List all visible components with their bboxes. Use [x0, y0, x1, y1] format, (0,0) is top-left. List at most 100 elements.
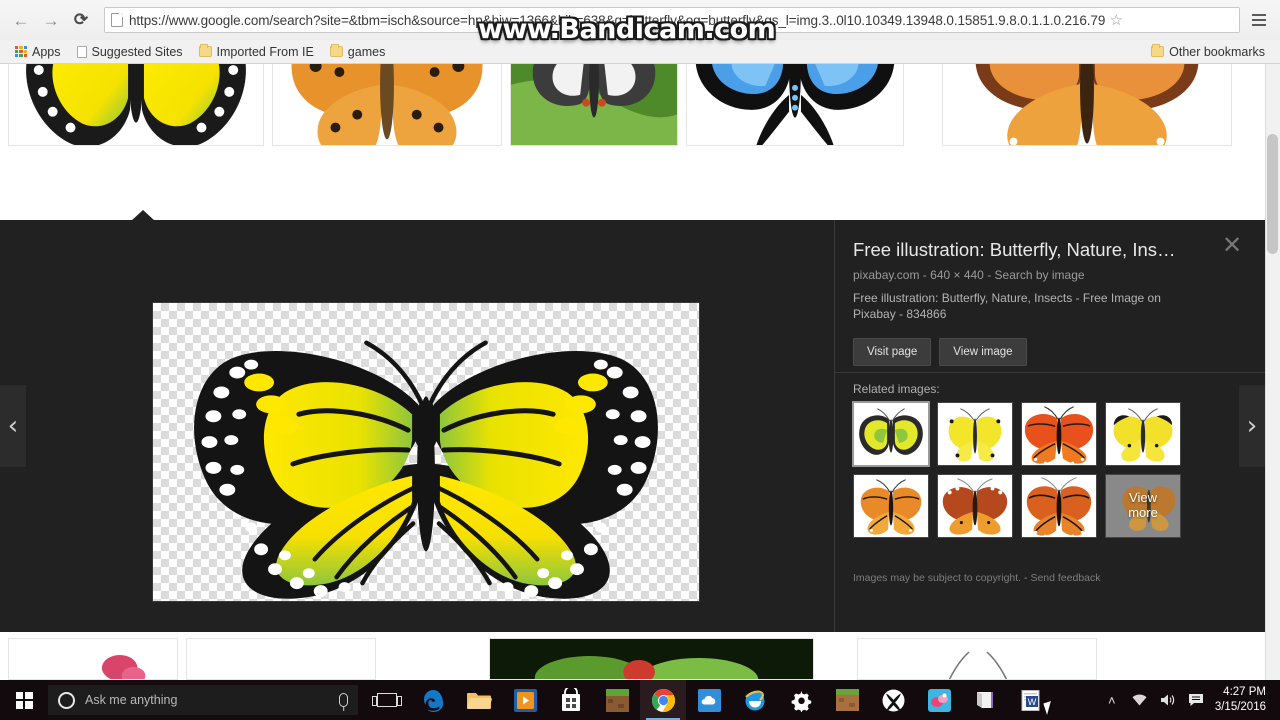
result-thumbnail[interactable]: white-background-butterfly — [186, 638, 376, 680]
other-bookmarks[interactable]: Other bookmarks — [1144, 43, 1272, 61]
image-title[interactable]: Free illustration: Butterfly, Nature, In… — [853, 238, 1243, 262]
taskbar-item-internet-explorer[interactable] — [732, 680, 778, 720]
file-explorer-icon — [466, 692, 492, 709]
bookmark-suggested-sites[interactable]: Suggested Sites — [70, 43, 190, 61]
reload-icon: ⟳ — [73, 10, 89, 29]
view-image-button[interactable]: View image — [939, 338, 1027, 367]
view-more-line2: more — [1128, 505, 1158, 520]
taskbar-item-store[interactable] — [548, 680, 594, 720]
windows-taskbar: Ask me anything W ˄ 4:27 PM 3/15/2016 — [0, 680, 1280, 720]
blue-swallowtail-thumb — [687, 64, 903, 145]
copyright-text: Images may be subject to copyright. — [853, 572, 1022, 584]
forward-button[interactable]: → — [38, 7, 64, 33]
taskbar-item-media-player[interactable] — [502, 680, 548, 720]
image-info-panel: ✕ Free illustration: Butterfly, Nature, … — [834, 220, 1265, 632]
clock-time: 4:27 PM — [1223, 686, 1266, 699]
taskbar-item-file-explorer[interactable] — [456, 680, 502, 720]
related-yellow-black-tipped — [1106, 403, 1180, 465]
orange-monarch-thumb — [943, 64, 1231, 145]
copyright-separator: - — [1024, 572, 1028, 584]
previous-image-button[interactable]: ‹ — [0, 385, 26, 467]
view-more-tile[interactable]: View more — [1105, 474, 1181, 538]
chrome-menu-button[interactable] — [1246, 7, 1272, 33]
word-icon: W — [1021, 689, 1039, 711]
page-viewport: yellow-green-butterfly-illustration — [0, 64, 1280, 680]
taskbar-item-photos[interactable] — [916, 680, 962, 720]
clock-date: 3/15/2016 — [1214, 701, 1266, 713]
related-orange-yellow-monarch — [854, 475, 928, 537]
result-thumbnail[interactable]: orange-wing-butterfly — [857, 638, 1097, 680]
taskbar-item-task-view[interactable] — [364, 680, 410, 720]
taskbar-item-onenote[interactable] — [962, 680, 1008, 720]
other-bookmarks-label: Other bookmarks — [1169, 44, 1265, 59]
taskbar-item-game[interactable] — [824, 680, 870, 720]
related-image-item[interactable]: yellow-black-tipped-butterfly — [1105, 402, 1181, 466]
related-image-item[interactable]: yellow-green-butterfly-illustration — [852, 401, 930, 467]
page-info-icon[interactable] — [111, 13, 123, 27]
taskbar-item-xbox[interactable] — [870, 680, 916, 720]
microphone-icon[interactable] — [339, 693, 348, 707]
result-thumbnail[interactable]: lime-swallowtail-butterfly-on-leaf — [510, 64, 678, 146]
related-image-item[interactable]: yellow-butterfly-small — [937, 402, 1013, 466]
clock[interactable]: 4:27 PM 3/15/2016 — [1211, 685, 1274, 715]
taskbar-item-minecraft[interactable] — [594, 680, 640, 720]
main-image[interactable] — [152, 302, 700, 602]
bookmark-star-icon[interactable]: ☆ — [1105, 11, 1127, 29]
page-scrollbar[interactable] — [1265, 64, 1280, 680]
bookmark-apps[interactable]: Apps — [8, 43, 68, 61]
volume-icon — [1161, 694, 1175, 706]
image-meta: pixabay.com - 640 × 440 - Search by imag… — [853, 268, 1085, 283]
yellow-green-butterfly-large — [194, 340, 658, 599]
onedrive-icon — [697, 688, 721, 712]
store-icon — [562, 688, 580, 711]
start-button[interactable] — [0, 680, 48, 720]
folder-icon — [329, 44, 343, 57]
related-orange-tiger-butterfly — [938, 475, 1012, 537]
related-image-item[interactable]: dark-orange-monarch — [1021, 474, 1097, 538]
minecraft-icon — [605, 688, 629, 712]
edge-icon — [423, 689, 443, 712]
send-feedback-link[interactable]: Send feedback — [1030, 572, 1100, 584]
document-icon — [76, 45, 87, 58]
svg-text:W: W — [1027, 697, 1036, 707]
cortana-circle-icon — [58, 691, 75, 709]
view-more-label: View more — [1106, 475, 1180, 537]
back-button[interactable]: ← — [8, 7, 34, 33]
taskbar-item-chrome[interactable] — [640, 680, 686, 720]
folder-icon — [198, 44, 212, 57]
related-yellow-butterfly — [938, 403, 1012, 465]
result-thumbnail[interactable]: yellow-green-butterfly-illustration — [8, 64, 264, 146]
result-thumbnail[interactable]: green-leaf-butterfly — [489, 638, 814, 680]
bookmark-imported-from-ie[interactable]: Imported From IE — [192, 43, 321, 61]
related-image-item[interactable]: orange-yellow-monarch — [853, 474, 929, 538]
taskbar-item-edge[interactable] — [410, 680, 456, 720]
green-leaf-butterfly-partial — [490, 639, 813, 679]
xbox-icon — [882, 689, 904, 711]
show-hidden-icons-button[interactable]: ˄ — [1099, 680, 1125, 720]
taskbar-item-onedrive[interactable] — [686, 680, 732, 720]
media-player-icon — [513, 688, 537, 712]
taskbar-item-settings[interactable] — [778, 680, 824, 720]
game-icon — [835, 689, 859, 711]
result-thumbnail[interactable]: blue-swallowtail-butterfly — [686, 64, 904, 146]
reload-button[interactable]: ⟳ — [68, 7, 94, 33]
orange-wing-butterfly-partial — [858, 639, 1096, 679]
result-thumbnail[interactable]: orange-spotted-fritillary-butterfly — [272, 64, 502, 146]
result-thumbnail[interactable]: pink-flower-butterfly — [8, 638, 178, 680]
network-button[interactable] — [1127, 680, 1153, 720]
task-view-icon — [372, 693, 402, 707]
close-icon[interactable]: ✕ — [1219, 232, 1245, 258]
volume-button[interactable] — [1155, 680, 1181, 720]
scrollbar-thumb[interactable] — [1267, 134, 1278, 254]
bookmark-games[interactable]: games — [323, 43, 393, 61]
related-orange-monarch — [1022, 403, 1096, 465]
related-image-item[interactable]: orange-tiger-butterfly — [937, 474, 1013, 538]
gear-icon — [791, 690, 811, 712]
panel-divider — [835, 372, 1265, 373]
copyright-notice: Images may be subject to copyright. - Se… — [853, 572, 1101, 584]
action-center-button[interactable] — [1183, 680, 1209, 720]
related-image-item[interactable]: orange-monarch-butterfly — [1021, 402, 1097, 466]
result-thumbnail[interactable]: orange-monarch-butterfly — [942, 64, 1232, 146]
cortana-search-box[interactable]: Ask me anything — [48, 685, 358, 715]
visit-page-button[interactable]: Visit page — [853, 338, 932, 367]
